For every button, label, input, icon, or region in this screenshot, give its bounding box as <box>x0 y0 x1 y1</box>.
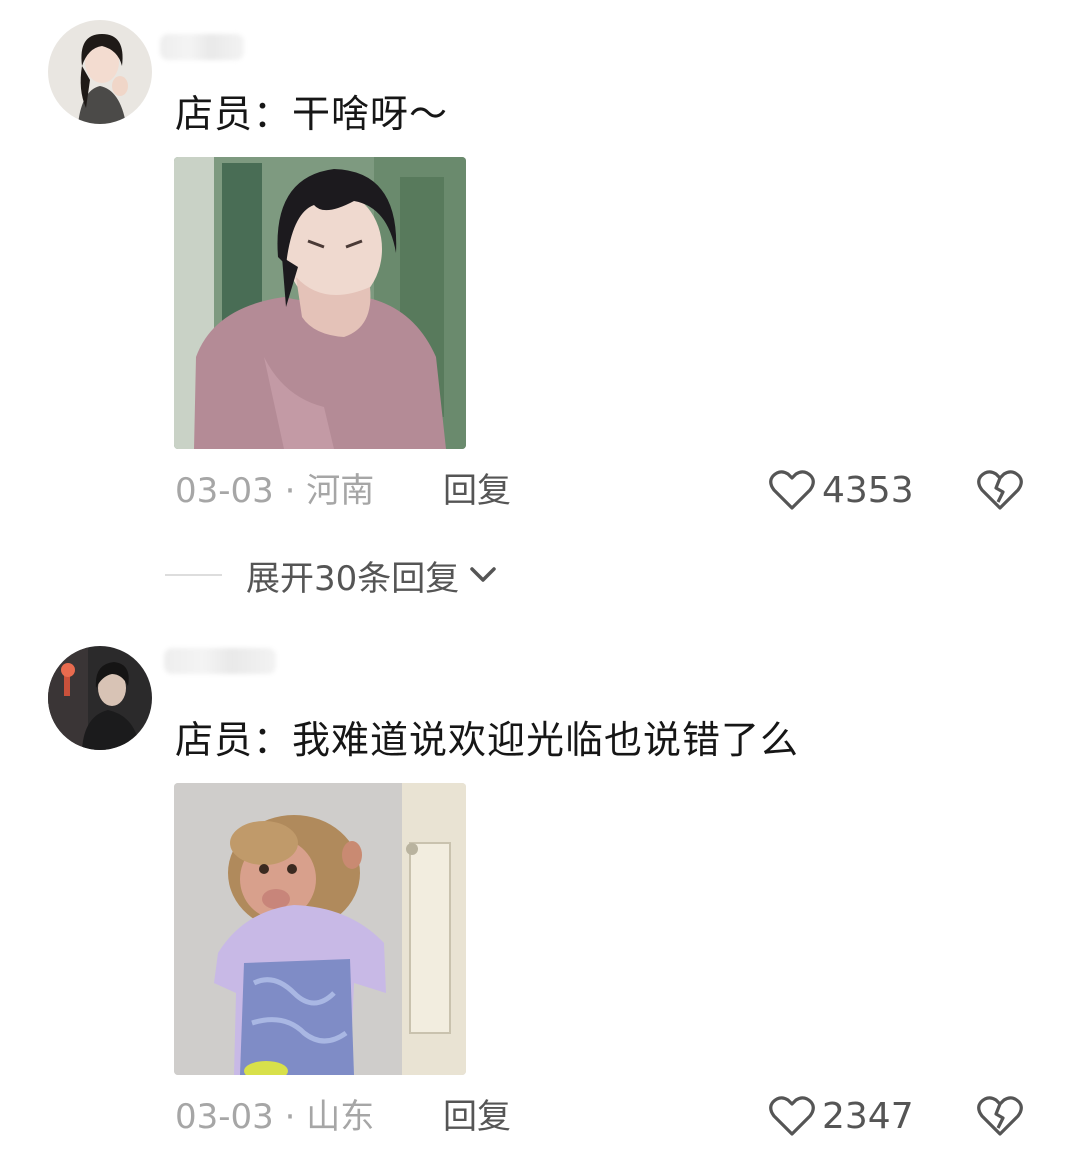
dislike-button[interactable] <box>976 466 1024 514</box>
meta-separator: · <box>284 1097 296 1137</box>
comment-date: 03-03 <box>175 1097 274 1137</box>
comment-image[interactable] <box>174 783 466 1075</box>
reply-button[interactable]: 回复 <box>443 1095 511 1139</box>
broken-heart-icon <box>977 470 1023 510</box>
meta-separator: · <box>284 471 296 511</box>
comment-location: 山东 <box>306 1097 375 1137</box>
comment-location: 河南 <box>306 471 375 511</box>
comment-date: 03-03 <box>175 471 274 511</box>
dislike-button[interactable] <box>976 1092 1024 1140</box>
like-count: 4353 <box>822 469 914 511</box>
like-count: 2347 <box>822 1095 914 1137</box>
username-blurred[interactable] <box>164 648 276 674</box>
user-avatar[interactable] <box>48 20 152 124</box>
comment-image[interactable] <box>174 157 466 449</box>
broken-heart-icon <box>977 1096 1023 1136</box>
comment-text: 店员：我难道说欢迎光临也说错了么 <box>175 718 800 762</box>
chevron-down-icon <box>470 567 497 582</box>
heart-outline-icon <box>769 1096 815 1136</box>
reply-button[interactable]: 回复 <box>443 469 511 513</box>
comment-meta: 03-03 · 河南 <box>175 469 374 513</box>
heart-outline-icon <box>769 470 815 510</box>
username-blurred[interactable] <box>160 34 244 60</box>
expand-divider <box>165 574 222 576</box>
comment-meta: 03-03 · 山东 <box>175 1095 374 1139</box>
like-button[interactable]: 4353 <box>768 466 914 514</box>
like-button[interactable]: 2347 <box>768 1092 914 1140</box>
user-avatar[interactable] <box>48 646 152 750</box>
expand-replies[interactable]: 展开30条回复 <box>165 552 497 599</box>
expand-replies-label: 展开30条回复 <box>246 558 460 599</box>
comment-text: 店员：干啥呀～ <box>175 92 449 136</box>
